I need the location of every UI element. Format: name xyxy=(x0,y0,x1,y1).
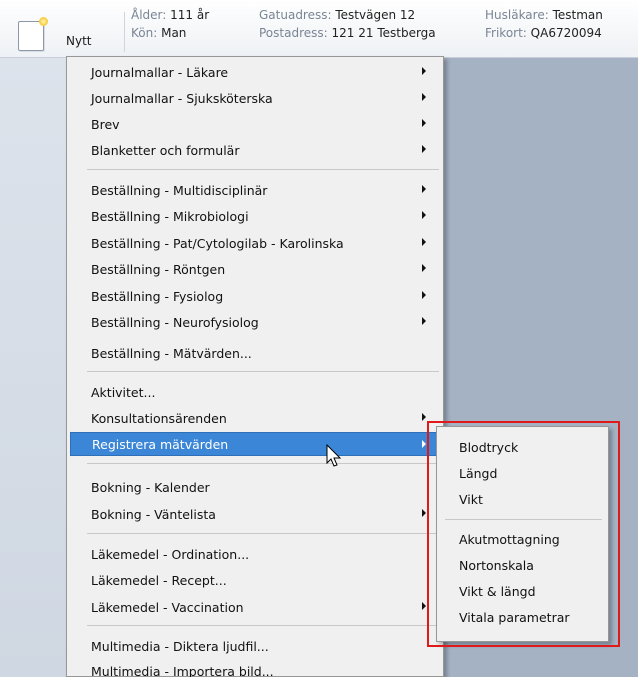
submenu-arrow-icon xyxy=(422,440,426,448)
menu-item-booking-waitlist[interactable]: Bokning - Väntelista xyxy=(87,502,439,526)
menu-item-booking-calendar[interactable]: Bokning - Kalender xyxy=(87,475,439,499)
menu-item-order-physiology[interactable]: Beställning - Fysiolog xyxy=(87,284,439,308)
menu-item-journal-templates-doctor[interactable]: Journalmallar - Läkare xyxy=(87,60,439,84)
menu-item-order-multidisciplinary[interactable]: Beställning - Multidisciplinär xyxy=(87,178,439,202)
submenu-arrow-icon xyxy=(422,119,426,127)
menu-separator xyxy=(87,371,439,372)
gender-field: Kön: Man xyxy=(131,26,187,40)
gp-field: Husläkare: Testman xyxy=(485,8,603,22)
submenu-arrow-icon xyxy=(422,413,426,421)
submenu-arrow-icon xyxy=(422,67,426,75)
menu-item-medication-vaccination[interactable]: Läkemedel - Vaccination xyxy=(87,595,439,619)
menu-separator xyxy=(87,625,439,626)
menu-item-activity[interactable]: Aktivitet... xyxy=(87,380,439,404)
submenu-arrow-icon xyxy=(422,145,426,153)
menu-item-multimedia-dictate[interactable]: Multimedia - Diktera ljudfil... xyxy=(87,634,439,658)
new-button[interactable]: Nytt xyxy=(14,14,114,52)
submenu-arrow-icon xyxy=(422,238,426,246)
submenu-arrow-icon xyxy=(422,185,426,193)
age-field: Ålder: 111 år xyxy=(131,8,210,22)
submenu-arrow-icon xyxy=(422,602,426,610)
mouse-cursor-icon xyxy=(326,444,342,467)
menu-item-order-measurements[interactable]: Beställning - Mätvärden... xyxy=(87,341,439,365)
submenu-arrow-icon xyxy=(422,211,426,219)
menu-item-order-pathology[interactable]: Beställning - Pat/Cytologilab - Karolins… xyxy=(87,231,439,255)
menu-separator xyxy=(87,533,439,534)
menu-separator xyxy=(87,463,439,464)
postal-address-field: Postadress: 121 21 Testberga xyxy=(259,26,436,40)
exemption-card-field: Frikort: QA6720094 xyxy=(485,26,602,40)
menu-item-medication-ordination[interactable]: Läkemedel - Ordination... xyxy=(87,542,439,566)
menu-separator xyxy=(87,169,439,170)
menu-item-letters[interactable]: Brev xyxy=(87,112,439,136)
menu-item-journal-templates-nurse[interactable]: Journalmallar - Sjuksköterska xyxy=(87,86,439,110)
menu-item-multimedia-import-image[interactable]: Multimedia - Importera bild... xyxy=(87,659,439,677)
patient-header: Nytt Ålder: 111 år Kön: Man Gatuadress: … xyxy=(0,0,638,58)
new-context-menu: Journalmallar - Läkare Journalmallar - S… xyxy=(66,56,444,677)
submenu-arrow-icon xyxy=(422,317,426,325)
menu-item-register-measurements[interactable]: Registrera mätvärden xyxy=(70,432,440,456)
menu-item-forms[interactable]: Blanketter och formulär xyxy=(87,138,439,162)
menu-item-order-microbiology[interactable]: Beställning - Mikrobiologi xyxy=(87,204,439,228)
submenu-arrow-icon xyxy=(422,291,426,299)
street-address-field: Gatuadress: Testvägen 12 xyxy=(259,8,416,22)
submenu-arrow-icon xyxy=(422,509,426,517)
menu-item-order-radiology[interactable]: Beställning - Röntgen xyxy=(87,257,439,281)
new-document-icon xyxy=(18,17,48,51)
header-divider xyxy=(124,12,125,52)
menu-item-order-neurophysiology[interactable]: Beställning - Neurofysiolog xyxy=(87,310,439,334)
submenu-arrow-icon xyxy=(422,93,426,101)
menu-item-medication-prescription[interactable]: Läkemedel - Recept... xyxy=(87,568,439,592)
new-button-label: Nytt xyxy=(66,34,92,48)
submenu-arrow-icon xyxy=(422,264,426,272)
annotation-highlight-box xyxy=(427,421,620,647)
menu-item-consultations[interactable]: Konsultationsärenden xyxy=(87,406,439,430)
